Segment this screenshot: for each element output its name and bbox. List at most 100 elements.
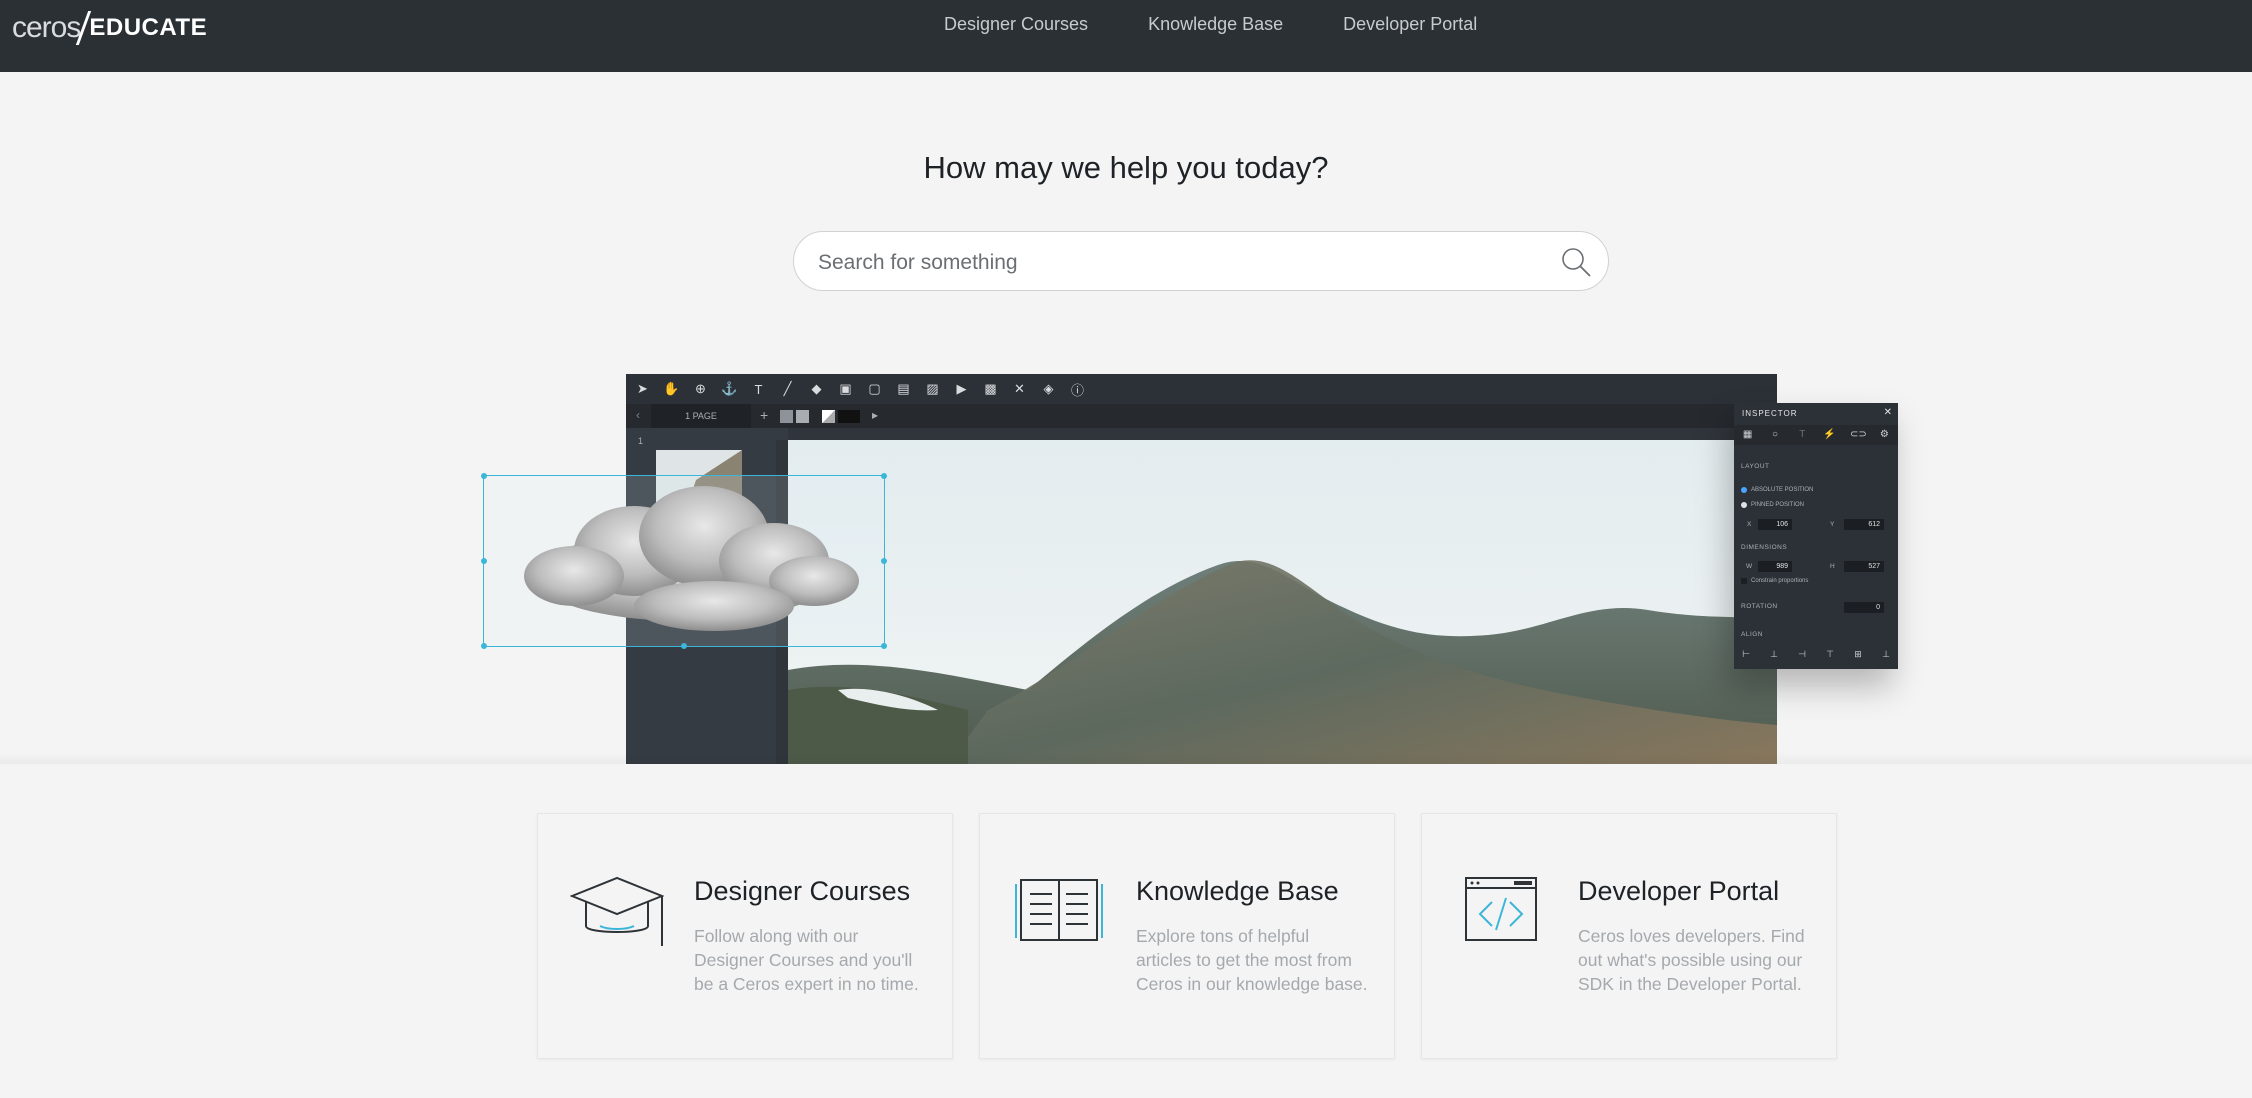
card-title: Knowledge Base [1136,876,1339,906]
canvas-mountain-image [788,440,1777,764]
radio-absolute [1741,487,1747,493]
nav-link-designer-courses[interactable]: Designer Courses [944,14,1088,35]
text-frame-icon: ▤ [897,381,910,396]
y-label: Y [1830,521,1835,528]
y-field: 612 [1844,519,1884,530]
absolute-position-label: ABSOLUTE POSITION [1751,487,1814,493]
hand-icon: ✋ [663,381,680,396]
align-buttons: ⊢ ⊥ ⊣ ⊤ ⊞ ⊥ [1740,649,1892,661]
card-description: Ceros loves developers. Find out what's … [1578,926,1805,994]
align-right-icon: ⊣ [1798,649,1806,659]
cloud-selection-box [481,473,887,649]
section-dimensions: DIMENSIONS [1741,544,1788,551]
nav-link-developer-portal[interactable]: Developer Portal [1343,14,1477,35]
card-description: Explore tons of helpful articles to get … [1136,926,1368,994]
plus-icon: + [760,407,769,423]
inspector-tabs: ▦ ○ T ⚡ ⊂⊃ ⚙ [1734,425,1898,445]
resize-handle-ne[interactable] [881,473,887,479]
graduation-cap-icon [570,876,664,946]
swatch-light-icon [796,410,809,423]
section-rotation: ROTATION [1741,603,1778,610]
interaction-tab-icon: ⚡ [1823,429,1836,440]
x-label: X [1747,521,1752,528]
card-knowledge-base[interactable]: Knowledge Base Explore tons of helpful a… [979,813,1395,1059]
logo-educate-text: EDUCATE [89,14,208,41]
constrain-proportions-option: Constrain proportions [1741,578,1808,584]
line-icon: ╱ [783,381,792,396]
radio-pinned [1741,502,1747,508]
image-icon: ▨ [926,381,939,396]
card-title: Developer Portal [1578,876,1780,906]
inspector-title: INSPECTOR [1742,409,1798,418]
section-align: ALIGN [1741,631,1764,638]
w-field: 989 [1758,561,1792,572]
card-title: Designer Courses [694,876,911,906]
logo-ceros-text: ceros [12,11,81,44]
search-bar [793,231,1609,291]
mountain-illustration [788,440,1777,764]
top-nav: ceros EDUCATE Designer Courses Knowledge… [0,0,2252,72]
page-count: 1 PAGE [651,404,751,428]
page-number: 1 [638,436,644,446]
absolute-position-option: ABSOLUTE POSITION [1741,487,1813,493]
chevron-right-icon: ▸ [872,408,879,422]
search-input[interactable] [816,242,1520,284]
close-icon: ✕ [1883,407,1892,418]
card-designer-courses[interactable]: Designer Courses Follow along with our D… [537,813,953,1059]
shape-icon: ◆ [811,381,822,396]
text-tab-icon: T [1799,429,1806,440]
nav-links: Designer Courses Knowledge Base Develope… [944,14,1477,35]
card-developer-portal[interactable]: Developer Portal Ceros loves developers.… [1421,813,1837,1059]
search-icon[interactable] [1560,246,1592,278]
frame-icon: ▢ [868,381,881,396]
chevron-left-icon: ‹ [636,408,640,422]
x-field: 106 [1758,519,1792,530]
align-center-h-icon: ⊥ [1770,649,1778,659]
anchor-icon: ⚓ [721,381,738,396]
align-bottom-icon: ⊥ [1882,649,1890,659]
pointer-icon: ➤ [637,381,648,396]
resize-handle-nw[interactable] [481,473,487,479]
align-center-v-icon: ⊞ [1854,649,1862,659]
open-book-icon [1015,879,1103,941]
pinned-position-option: PINNED POSITION [1741,502,1804,508]
shape-tab-icon: ○ [1771,429,1778,440]
page-bar: ‹ 1 PAGE + ▸ [626,404,1777,428]
zoom-icon: ⊕ [695,381,706,396]
ceros-educate-logo[interactable]: ceros EDUCATE [12,10,207,46]
hero-title: How may we help you today? [923,150,1329,185]
w-label: W [1746,563,1753,570]
inspector-panel: INSPECTOR ✕ ▦ ○ T ⚡ ⊂⊃ ⚙ LAYOUT ABSOLUTE… [1734,403,1898,669]
resize-handle-s[interactable] [681,643,687,649]
h-field: 527 [1844,561,1884,572]
resize-handle-w[interactable] [481,558,487,564]
video-icon: ▶ [956,381,967,396]
align-top-icon: ⊤ [1826,649,1834,659]
band-divider [0,752,2252,764]
pinned-position-label: PINNED POSITION [1751,502,1805,508]
align-left-icon: ⊢ [1742,649,1750,659]
h-label: H [1830,563,1835,570]
swatch-black-icon [838,410,860,423]
swatch-checker-icon [822,410,835,423]
info-icon: ⓘ [1070,382,1084,398]
embed-icon: ▩ [984,381,997,396]
constrain-label: Constrain proportions [1751,578,1809,584]
settings-tab-icon: ⚙ [1879,429,1889,440]
cloud-illustration [524,486,859,631]
resize-handle-e[interactable] [881,558,887,564]
rotation-field: 0 [1844,602,1884,613]
section-layout: LAYOUT [1741,463,1770,470]
swatch-gray-icon [780,410,793,423]
resize-handle-se[interactable] [881,643,887,649]
editor-toolbar: ➤ ✋ ⊕ ⚓ T ╱ ◆ ▣ ▢ ▤ ▨ ▶ ▩ ✕ ◈ ⓘ [626,374,1777,404]
nav-link-knowledge-base[interactable]: Knowledge Base [1148,14,1283,35]
layers-icon: ◈ [1043,381,1054,396]
checkbox-icon [1741,578,1747,584]
mask-icon: ▣ [839,381,852,396]
card-description: Follow along with our Designer Courses a… [694,926,919,994]
link-tab-icon: ⊂⊃ [1849,429,1867,440]
layout-tab-icon: ▦ [1742,429,1753,440]
text-icon: T [754,381,763,397]
resize-handle-sw[interactable] [481,643,487,649]
